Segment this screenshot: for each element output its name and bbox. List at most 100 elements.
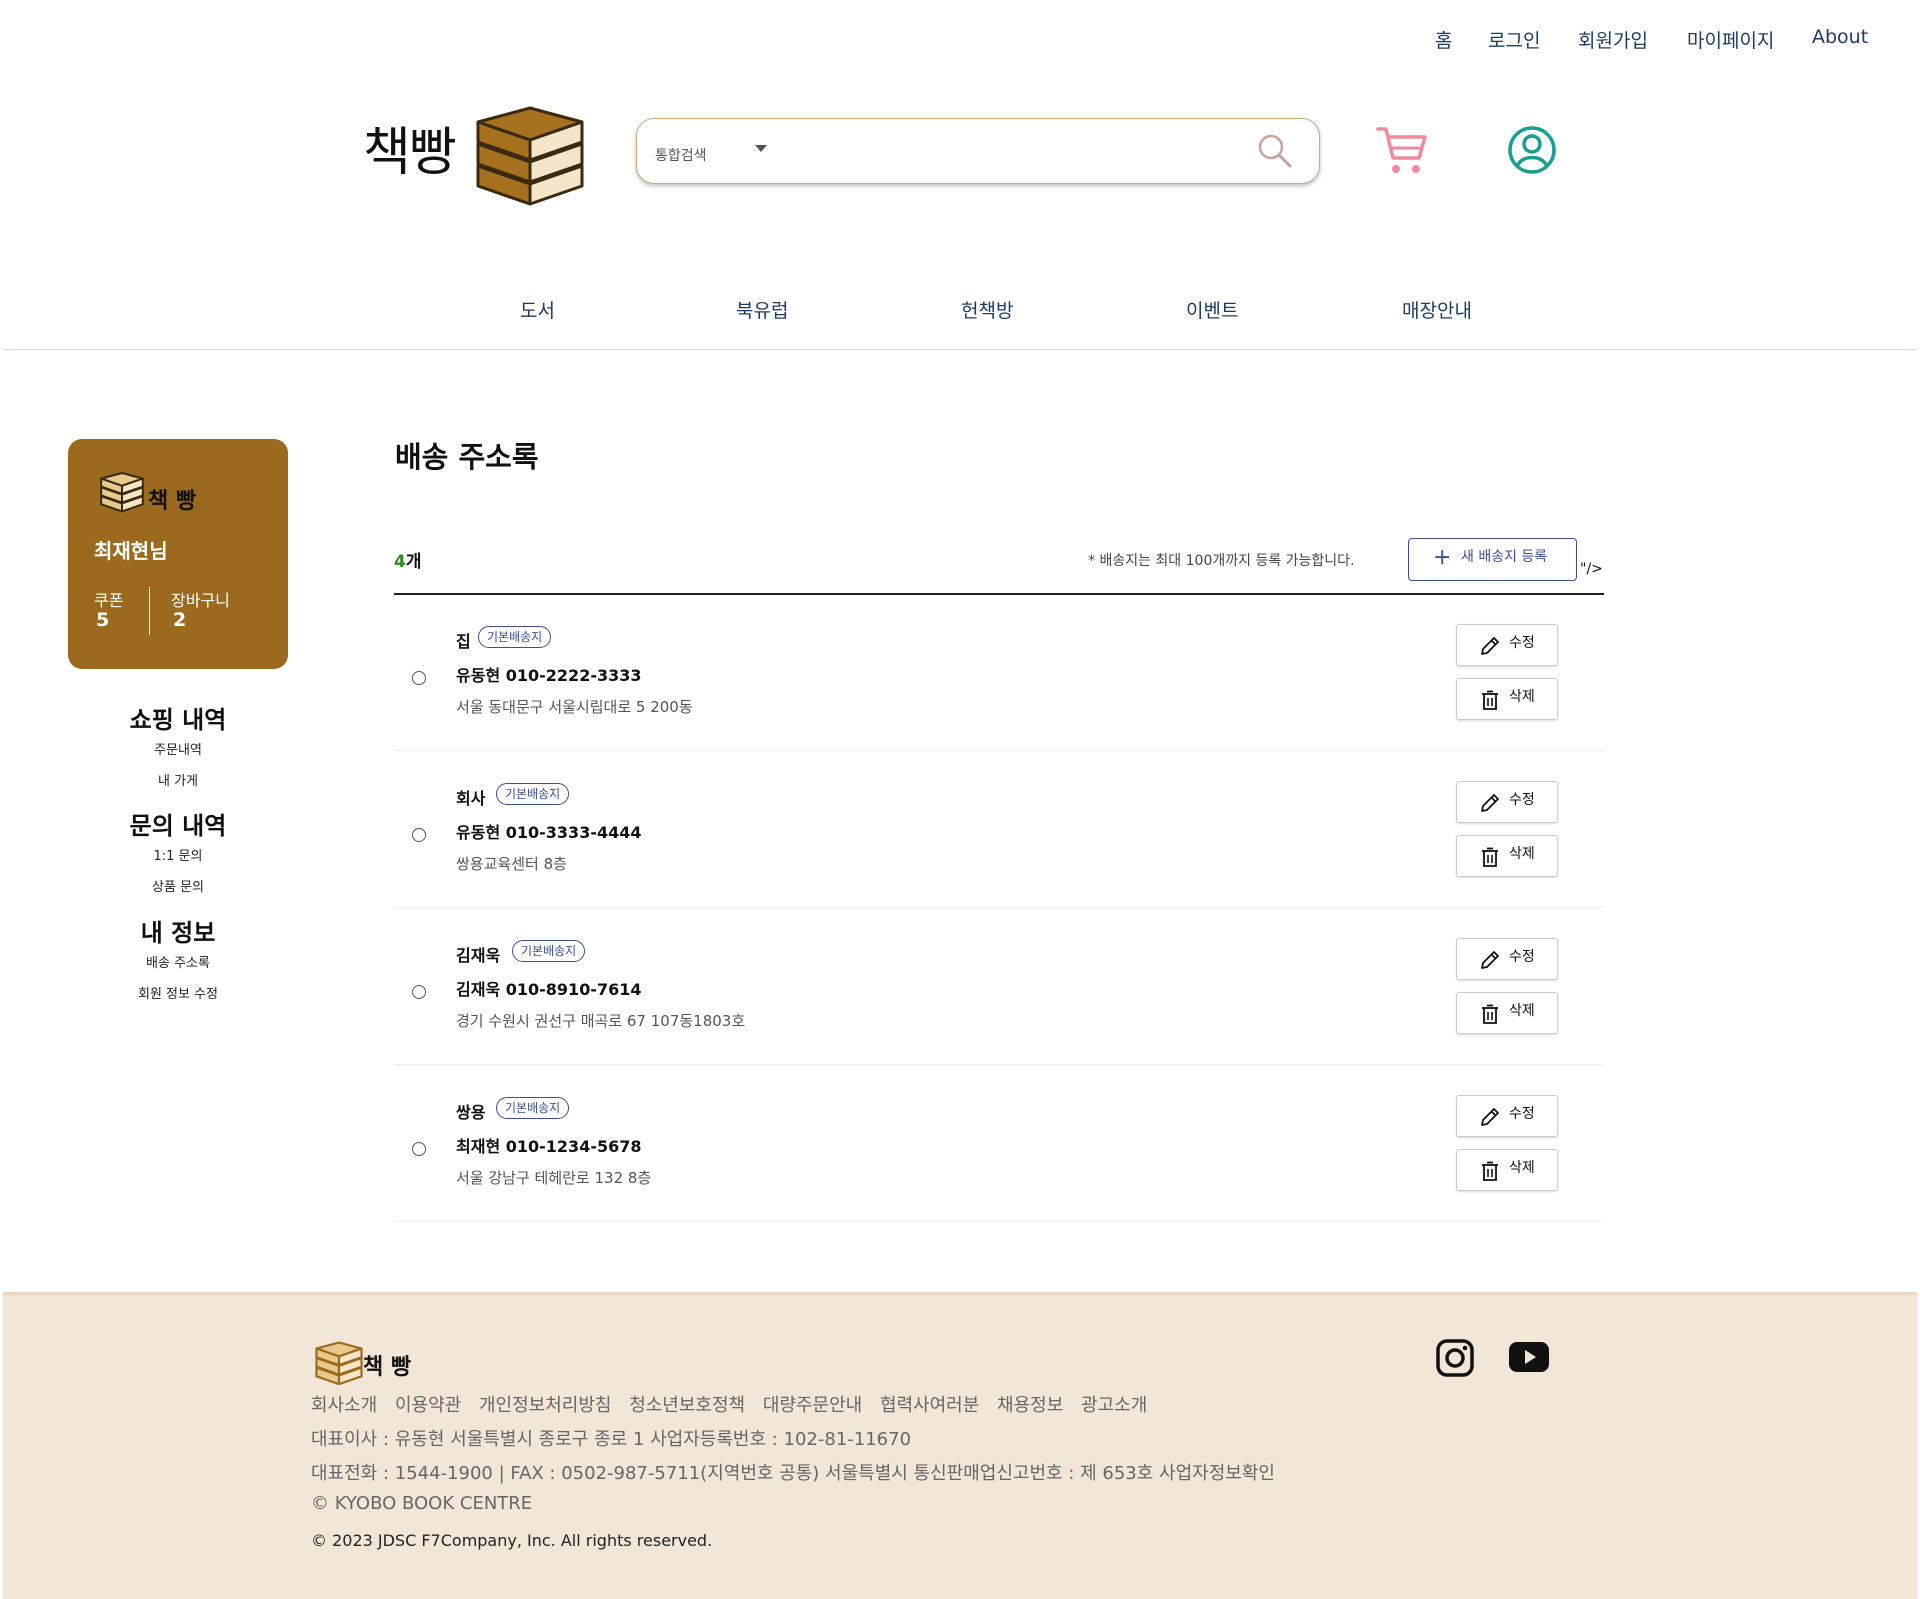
user-icon[interactable] bbox=[1507, 125, 1557, 175]
side-item-1to1[interactable]: 1:1 문의 bbox=[68, 845, 288, 864]
address-recipient-phone: 최재현 010-1234-5678 bbox=[456, 1133, 642, 1157]
address-text: 서울 강남구 테헤란로 132 8층 bbox=[456, 1169, 652, 1187]
delete-label: 삭제 bbox=[1509, 1002, 1535, 1018]
address-select-radio[interactable] bbox=[412, 1142, 426, 1156]
address-select-radio[interactable] bbox=[412, 985, 426, 999]
main-nav-books[interactable]: 도서 bbox=[520, 296, 555, 323]
youtube-icon[interactable] bbox=[1509, 1342, 1549, 1372]
side-item-my-store[interactable]: 내 가게 bbox=[68, 770, 288, 789]
top-nav-about[interactable]: About bbox=[1812, 26, 1868, 48]
side-heading-myinfo: 내 정보 bbox=[140, 919, 216, 947]
footer-link-partners[interactable]: 협력사여러분 bbox=[880, 1395, 979, 1416]
main-nav-nordic[interactable]: 북유럽 bbox=[736, 296, 788, 323]
stray-markup-text: "/> bbox=[1580, 561, 1603, 577]
delete-address-button[interactable]: 삭제 bbox=[1456, 835, 1558, 877]
default-address-badge: 기본배송지 bbox=[496, 783, 570, 805]
footer-copyright: © 2023 JDSC F7Company, Inc. All rights r… bbox=[311, 1531, 713, 1550]
logo-text: 책빵 bbox=[363, 123, 457, 183]
footer-link-youth[interactable]: 청소년보호정책 bbox=[629, 1395, 745, 1416]
delete-label: 삭제 bbox=[1509, 688, 1535, 704]
default-address-badge: 기본배송지 bbox=[478, 626, 552, 648]
address-nickname: 쌍용 bbox=[456, 1103, 486, 1122]
edit-address-button[interactable]: 수정 bbox=[1456, 624, 1558, 666]
main-nav-usedbooks[interactable]: 헌책방 bbox=[961, 296, 1013, 323]
footer-link-ads[interactable]: 광고소개 bbox=[1081, 1395, 1147, 1416]
edit-address-button[interactable]: 수정 bbox=[1456, 938, 1558, 980]
new-address-button[interactable]: + 새 배송지 등록 bbox=[1408, 538, 1577, 581]
pencil-icon bbox=[1479, 792, 1501, 814]
pencil-icon bbox=[1479, 949, 1501, 971]
search-icon[interactable] bbox=[1257, 133, 1293, 169]
address-nickname: 회사 bbox=[456, 789, 486, 808]
address-row: 회사 기본배송지유동현 010-3333-4444 쌍용교육센터 8층 수정삭제 bbox=[394, 751, 1604, 908]
side-menu-inquiry: 문의 내역 1:1 문의 상품 문의 bbox=[68, 806, 288, 895]
cart-icon[interactable] bbox=[1375, 124, 1429, 176]
address-count: 4개 bbox=[394, 547, 421, 572]
default-address-badge: 기본배송지 bbox=[512, 940, 586, 962]
cart-count[interactable]: 2 bbox=[173, 609, 186, 631]
top-nav-home[interactable]: 홈 bbox=[1435, 26, 1452, 53]
chevron-down-icon[interactable] bbox=[755, 145, 767, 152]
edit-address-button[interactable]: 수정 bbox=[1456, 1095, 1558, 1137]
footer-ceo-info: 대표이사 : 유동현 서울특별시 종로구 종로 1 사업자등록번호 : 102-… bbox=[311, 1429, 912, 1450]
side-heading-shopping: 쇼핑 내역 bbox=[129, 706, 227, 734]
page-title: 배송 주소록 bbox=[395, 440, 539, 474]
books-logo-icon bbox=[315, 1341, 363, 1385]
site-logo[interactable]: 책빵 bbox=[360, 96, 590, 206]
top-nav-mypage[interactable]: 마이페이지 bbox=[1687, 26, 1774, 53]
coupon-label: 쿠폰 bbox=[94, 591, 124, 610]
side-item-orders[interactable]: 주문내역 bbox=[68, 739, 288, 758]
footer-link-bulk-order[interactable]: 대량주문안내 bbox=[763, 1395, 862, 1416]
side-item-product-inquiry[interactable]: 상품 문의 bbox=[68, 876, 288, 895]
top-nav-login[interactable]: 로그인 bbox=[1488, 26, 1540, 53]
default-address-badge: 기본배송지 bbox=[496, 1097, 570, 1119]
address-recipient: 최재현 bbox=[456, 1137, 501, 1156]
trash-icon bbox=[1479, 689, 1501, 711]
main-nav-store-info[interactable]: 매장안내 bbox=[1402, 296, 1472, 323]
search-category-select[interactable]: 통합검색 bbox=[655, 145, 707, 165]
footer-contact-info: 대표전화 : 1544-1900 | FAX : 0502-987-5711(지… bbox=[311, 1463, 1275, 1484]
top-nav-signup[interactable]: 회원가입 bbox=[1578, 26, 1648, 53]
address-recipient: 김재욱 bbox=[456, 980, 501, 999]
edit-address-button[interactable]: 수정 bbox=[1456, 781, 1558, 823]
address-text: 경기 수원시 권선구 매곡로 67 107동1803호 bbox=[456, 1012, 746, 1030]
card-divider bbox=[149, 587, 150, 635]
footer-link-careers[interactable]: 채용정보 bbox=[997, 1395, 1063, 1416]
address-text: 쌍용교육센터 8층 bbox=[456, 855, 567, 873]
footer-kyobo: © KYOBO BOOK CENTRE bbox=[311, 1493, 533, 1514]
footer-link-terms[interactable]: 이용약관 bbox=[395, 1395, 461, 1416]
address-recipient-phone: 유동현 010-3333-4444 bbox=[456, 819, 642, 843]
address-phone: 010-8910-7614 bbox=[505, 980, 642, 999]
address-phone: 010-1234-5678 bbox=[505, 1137, 642, 1156]
pencil-icon bbox=[1479, 635, 1501, 657]
cart-label: 장바구니 bbox=[171, 591, 230, 610]
search-bar: 통합검색 bbox=[636, 118, 1320, 184]
top-nav: 홈 로그인 회원가입 마이페이지 About bbox=[0, 26, 1920, 52]
nav-divider bbox=[3, 349, 1917, 350]
footer-link-privacy[interactable]: 개인정보처리방침 bbox=[479, 1395, 611, 1416]
footer-link-company[interactable]: 회사소개 bbox=[311, 1395, 377, 1416]
edit-label: 수정 bbox=[1509, 791, 1535, 807]
address-row: 집 기본배송지 유동현 010-2222-3333 서울 동대문구 서울시립대로 5 … bbox=[394, 594, 1604, 751]
card-username: 최재현님 bbox=[94, 539, 168, 563]
search-input[interactable] bbox=[787, 133, 1227, 171]
plus-icon: + bbox=[1433, 545, 1452, 570]
delete-address-button[interactable]: 삭제 bbox=[1456, 992, 1558, 1034]
address-row: 김재욱 기본배송지 김재욱 010-8910-7614 경기 수원시 권선구 매곡로 … bbox=[394, 908, 1604, 1065]
address-select-radio[interactable] bbox=[412, 671, 426, 685]
address-nickname: 김재욱 bbox=[456, 946, 501, 965]
instagram-icon[interactable] bbox=[1435, 1338, 1475, 1378]
edit-label: 수정 bbox=[1509, 948, 1535, 964]
side-heading-inquiry: 문의 내역 bbox=[129, 812, 227, 840]
main-nav-events[interactable]: 이벤트 bbox=[1186, 296, 1238, 323]
side-item-edit-profile[interactable]: 회원 정보 수정 bbox=[68, 983, 288, 1002]
coupon-count[interactable]: 5 bbox=[96, 609, 109, 631]
side-item-address-book[interactable]: 배송 주소록 bbox=[68, 952, 288, 971]
trash-icon bbox=[1479, 846, 1501, 868]
side-menu-myinfo: 내 정보 배송 주소록 회원 정보 수정 bbox=[68, 913, 288, 1002]
delete-address-button[interactable]: 삭제 bbox=[1456, 678, 1558, 720]
delete-address-button[interactable]: 삭제 bbox=[1456, 1149, 1558, 1191]
edit-label: 수정 bbox=[1509, 634, 1535, 650]
pencil-icon bbox=[1479, 1106, 1501, 1128]
address-select-radio[interactable] bbox=[412, 828, 426, 842]
